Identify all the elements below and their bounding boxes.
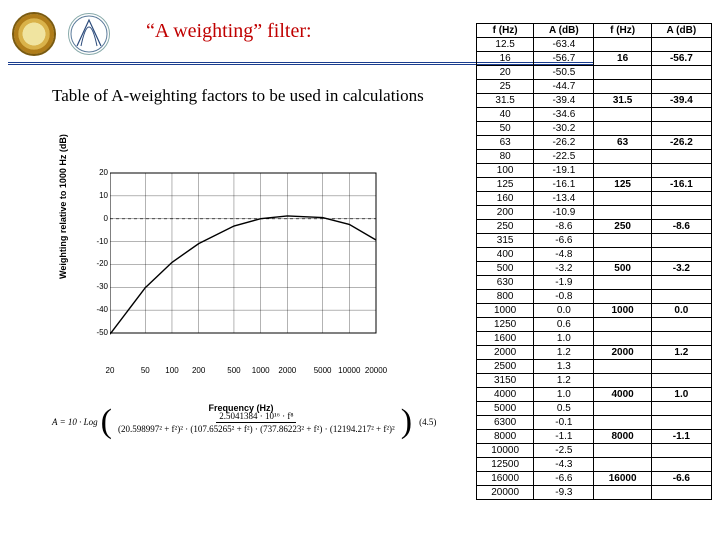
table-row: 50-30.2 (477, 122, 712, 136)
formula-block: A = 10 · Log ( 2.5041384 · 10¹⁶ · f⁸ (20… (52, 405, 454, 439)
table-row: 160-13.4 (477, 192, 712, 206)
chart-y-axis-label: Weighting relative to 1000 Hz (dB) (58, 134, 68, 279)
table-row: 40-34.6 (477, 108, 712, 122)
caption-text: Table of A-weighting factors to be used … (52, 85, 452, 106)
table-row: 25-44.7 (477, 80, 712, 94)
chart-x-tick: 500 (227, 366, 240, 375)
formula-eq-number: (4.5) (419, 417, 436, 427)
table-row: 800-0.8 (477, 290, 712, 304)
university-seal-icon (12, 12, 56, 56)
chart-y-tick: 0 (90, 214, 108, 223)
formula-fraction: 2.5041384 · 10¹⁶ · f⁸ (20.598997² + f²)²… (115, 411, 398, 434)
table-row: 80-22.5 (477, 150, 712, 164)
table-row: 10000-2.5 (477, 444, 712, 458)
chart-y-tick: 10 (90, 191, 108, 200)
chart-y-tick: -10 (90, 237, 108, 246)
table-row: 12.5-63.4 (477, 38, 712, 52)
table-row: 400-4.8 (477, 248, 712, 262)
chart-y-tick: -40 (90, 305, 108, 314)
chart-x-tick: 20000 (365, 366, 387, 375)
table-row: 16000-6.616000-6.6 (477, 472, 712, 486)
chart-x-tick: 10000 (338, 366, 360, 375)
table-row: 31.5-39.431.5-39.4 (477, 94, 712, 108)
chart-x-tick: 2000 (278, 366, 296, 375)
chart-x-tick: 20 (106, 366, 115, 375)
table-row: 500-3.2500-3.2 (477, 262, 712, 276)
slide-body: Table of A-weighting factors to be used … (8, 79, 712, 549)
table-header: A (dB) (651, 24, 711, 38)
table-row: 125-16.1125-16.1 (477, 178, 712, 192)
table-row: 250-8.6250-8.6 (477, 220, 712, 234)
a-weighting-chart: Weighting relative to 1000 Hz (dB) 20100… (76, 169, 406, 389)
table-row: 50000.5 (477, 402, 712, 416)
chart-y-tick: -20 (90, 259, 108, 268)
table-row: 63-26.263-26.2 (477, 136, 712, 150)
chart-x-tick: 1000 (252, 366, 270, 375)
chart-y-tick: 20 (90, 168, 108, 177)
table-row: 20-50.5 (477, 66, 712, 80)
table-row: 20000-9.3 (477, 486, 712, 500)
table-header: f (Hz) (477, 24, 534, 38)
table-row: 40001.040001.0 (477, 388, 712, 402)
table-row: 315-6.6 (477, 234, 712, 248)
table-row: 20001.220001.2 (477, 346, 712, 360)
audio-society-icon (68, 13, 110, 55)
chart-x-tick: 5000 (314, 366, 332, 375)
table-row: 100-19.1 (477, 164, 712, 178)
chart-x-tick: 200 (192, 366, 205, 375)
slide-title: “A weighting” filter: (146, 20, 312, 43)
a-weighting-table: f (Hz)A (dB)f (Hz)A (dB)12.5-63.4 16-56.… (476, 23, 712, 500)
table-row: 6300-0.1 (477, 416, 712, 430)
table-row: 200-10.9 (477, 206, 712, 220)
table-row: 25001.3 (477, 360, 712, 374)
chart-x-tick: 50 (141, 366, 150, 375)
table-row: 10000.010000.0 (477, 304, 712, 318)
chart-y-tick: -50 (90, 328, 108, 337)
paren-open-icon: ( (100, 405, 113, 439)
table-header: f (Hz) (594, 24, 651, 38)
table-row: 12500.6 (477, 318, 712, 332)
chart-x-tick: 100 (165, 366, 178, 375)
table-row: 630-1.9 (477, 276, 712, 290)
table-header: A (dB) (534, 24, 594, 38)
table-row: 8000-1.18000-1.1 (477, 430, 712, 444)
chart-plot-area (110, 169, 380, 359)
table-row: 12500-4.3 (477, 458, 712, 472)
table-row: 16001.0 (477, 332, 712, 346)
chart-y-tick: -30 (90, 282, 108, 291)
paren-close-icon: ) (400, 405, 413, 439)
table-row: 31501.2 (477, 374, 712, 388)
table-row: 16-56.716-56.7 (477, 52, 712, 66)
formula-lhs: A = 10 · Log (52, 417, 98, 427)
